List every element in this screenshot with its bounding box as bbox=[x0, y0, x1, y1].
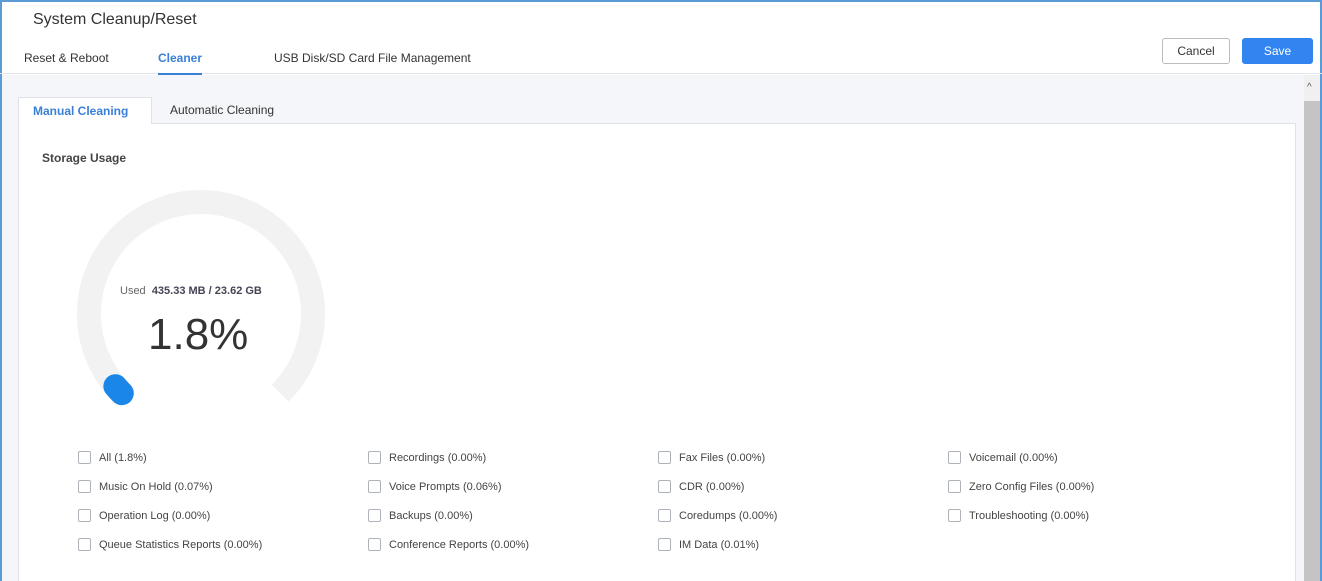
scrollbar-thumb[interactable] bbox=[1304, 101, 1320, 581]
checkbox[interactable] bbox=[658, 538, 671, 551]
checkbox-label: Voicemail (0.00%) bbox=[969, 451, 1058, 464]
checkbox-fax-files[interactable]: Fax Files (0.00%) bbox=[658, 451, 765, 464]
gauge-fill bbox=[103, 374, 134, 406]
checkbox-queue-statistics-reports[interactable]: Queue Statistics Reports (0.00%) bbox=[78, 538, 262, 551]
tab-automatic-cleaning[interactable]: Automatic Cleaning bbox=[156, 97, 288, 124]
checkbox-zero-config-files[interactable]: Zero Config Files (0.00%) bbox=[948, 480, 1094, 493]
cancel-button[interactable]: Cancel bbox=[1162, 38, 1230, 64]
checkbox-im-data[interactable]: IM Data (0.01%) bbox=[658, 538, 759, 551]
tab-manual-cleaning[interactable]: Manual Cleaning bbox=[18, 97, 152, 124]
checkbox-label: Voice Prompts (0.06%) bbox=[389, 480, 502, 493]
checkbox[interactable] bbox=[78, 480, 91, 493]
checkbox-label: All (1.8%) bbox=[99, 451, 147, 464]
checkbox-recordings[interactable]: Recordings (0.00%) bbox=[368, 451, 486, 464]
checkbox-cdr[interactable]: CDR (0.00%) bbox=[658, 480, 744, 493]
tab-reset-reboot[interactable]: Reset & Reboot bbox=[24, 51, 109, 73]
checkbox[interactable] bbox=[78, 451, 91, 464]
checkbox[interactable] bbox=[368, 480, 381, 493]
checkbox-label: Coredumps (0.00%) bbox=[679, 509, 778, 522]
checkbox[interactable] bbox=[948, 480, 961, 493]
checkbox[interactable] bbox=[658, 480, 671, 493]
checkbox-label: IM Data (0.01%) bbox=[679, 538, 760, 551]
tab-cleaner[interactable]: Cleaner bbox=[158, 51, 203, 75]
checkbox[interactable] bbox=[368, 538, 381, 551]
checkbox-voice-prompts[interactable]: Voice Prompts (0.06%) bbox=[368, 480, 502, 493]
checkbox[interactable] bbox=[368, 451, 381, 464]
checkbox-all[interactable]: All (1.8%) bbox=[78, 451, 147, 464]
used-storage-text: Used 435.33 MB / 23.62 GB bbox=[120, 285, 262, 297]
checkbox[interactable] bbox=[368, 509, 381, 522]
checkbox-label: Zero Config Files (0.00%) bbox=[969, 480, 1095, 493]
storage-usage-gauge bbox=[77, 190, 325, 406]
checkbox-label: Recordings (0.00%) bbox=[389, 451, 487, 464]
checkbox[interactable] bbox=[78, 509, 91, 522]
checkbox-label: Conference Reports (0.00%) bbox=[389, 538, 530, 551]
checkbox[interactable] bbox=[78, 538, 91, 551]
checkbox[interactable] bbox=[658, 451, 671, 464]
usage-percent: 1.8% bbox=[148, 310, 249, 359]
used-label: Used bbox=[120, 285, 146, 297]
checkbox[interactable] bbox=[658, 509, 671, 522]
tab-usb-disk-sd-card[interactable]: USB Disk/SD Card File Management bbox=[274, 51, 471, 73]
checkbox-label: CDR (0.00%) bbox=[679, 480, 745, 493]
vertical-scrollbar[interactable]: ^ bbox=[1304, 75, 1320, 581]
chevron-up-icon[interactable]: ^ bbox=[1307, 83, 1312, 93]
storage-usage-label: Storage Usage bbox=[42, 151, 127, 165]
checkbox-label: Troubleshooting (0.00%) bbox=[969, 509, 1090, 522]
checkbox-label: Music On Hold (0.07%) bbox=[99, 480, 213, 493]
checkbox-label: Backups (0.00%) bbox=[389, 509, 473, 522]
gauge-track bbox=[77, 190, 325, 402]
checkbox-conference-reports[interactable]: Conference Reports (0.00%) bbox=[368, 538, 529, 551]
used-value: 435.33 MB / 23.62 GB bbox=[151, 285, 262, 297]
checkbox-backups[interactable]: Backups (0.00%) bbox=[368, 509, 473, 522]
checkbox[interactable] bbox=[948, 451, 961, 464]
page-title: System Cleanup/Reset bbox=[33, 11, 197, 28]
checkbox-label: Queue Statistics Reports (0.00%) bbox=[99, 538, 263, 551]
checkbox-coredumps[interactable]: Coredumps (0.00%) bbox=[658, 509, 777, 522]
checkbox-troubleshooting[interactable]: Troubleshooting (0.00%) bbox=[948, 509, 1089, 522]
save-button[interactable]: Save bbox=[1242, 38, 1313, 64]
checkbox-operation-log[interactable]: Operation Log (0.00%) bbox=[78, 509, 210, 522]
checkbox-label: Fax Files (0.00%) bbox=[679, 451, 766, 464]
checkbox-music-on-hold[interactable]: Music On Hold (0.07%) bbox=[78, 480, 213, 493]
checkbox-label: Operation Log (0.00%) bbox=[99, 509, 211, 522]
checkbox[interactable] bbox=[948, 509, 961, 522]
checkbox-voicemail[interactable]: Voicemail (0.00%) bbox=[948, 451, 1058, 464]
top-tab-bar: Reset & Reboot Cleaner USB Disk/SD Card … bbox=[0, 44, 1322, 75]
